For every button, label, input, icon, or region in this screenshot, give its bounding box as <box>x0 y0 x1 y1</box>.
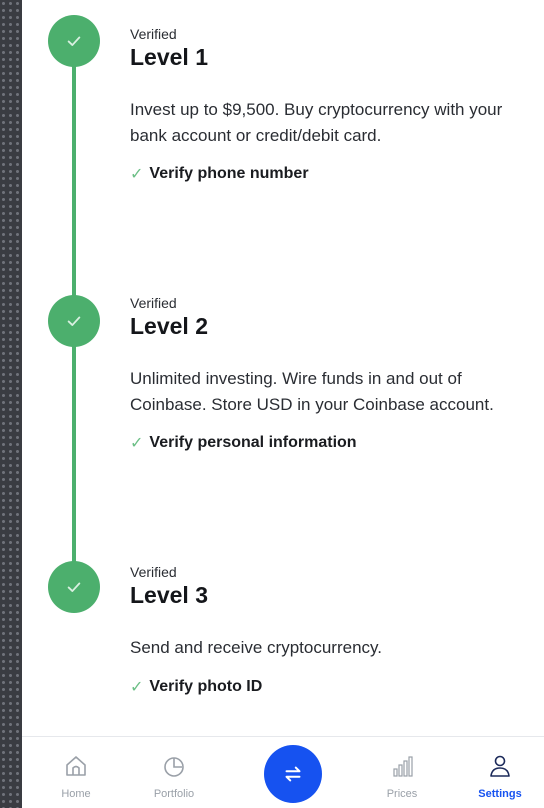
requirement-label: Verify personal information <box>149 434 357 451</box>
user-icon <box>490 755 510 777</box>
tab-label: Home <box>61 788 91 800</box>
level-status: Verified <box>130 295 177 311</box>
requirement-label: Verify phone number <box>149 165 309 182</box>
requirement-item: ✓ Verify personal information <box>130 433 540 453</box>
swap-arrows-icon <box>285 766 301 782</box>
level-title: Level 2 <box>130 313 208 339</box>
level-description: Invest up to $9,500. Buy cryptocurrency … <box>130 100 503 145</box>
tab-label: Settings <box>478 788 522 800</box>
level-title: Level 1 <box>130 44 208 70</box>
check-icon <box>67 316 81 326</box>
level-1-section: Verified Level 1 Invest up to $9,500. Bu… <box>130 26 540 184</box>
level-2-section: Verified Level 2 Unlimited investing. Wi… <box>130 295 540 453</box>
pie-chart-icon <box>164 757 184 777</box>
tab-label: Portfolio <box>153 788 195 800</box>
check-icon: ✓ <box>130 678 144 696</box>
tab-settings[interactable]: Settings <box>460 737 540 808</box>
level-title: Level 3 <box>130 582 208 608</box>
trade-button[interactable] <box>264 745 322 803</box>
level-3-verified-badge <box>48 561 100 613</box>
home-icon <box>66 756 86 776</box>
level-description: Send and receive cryptocurrency. <box>130 638 382 657</box>
level-2-verified-badge <box>48 295 100 347</box>
level-description: Unlimited investing. Wire funds in and o… <box>130 369 494 414</box>
bar-chart-icon <box>393 756 413 777</box>
tab-label: Prices <box>386 788 418 800</box>
level-3-section: Verified Level 3 Send and receive crypto… <box>130 564 540 697</box>
check-icon: ✓ <box>130 435 144 452</box>
level-1-verified-badge <box>48 15 100 67</box>
check-icon <box>67 36 81 46</box>
check-icon <box>67 582 81 592</box>
tab-portfolio[interactable]: Portfolio <box>134 737 214 808</box>
tab-home[interactable]: Home <box>36 737 116 808</box>
check-icon: ✓ <box>130 166 144 183</box>
background-pattern <box>0 0 22 808</box>
requirement-label: Verify photo ID <box>149 677 263 695</box>
tab-prices[interactable]: Prices <box>362 737 442 808</box>
requirement-item: ✓ Verify phone number <box>130 164 540 184</box>
verification-levels-screen: Verified Level 1 Invest up to $9,500. Bu… <box>22 0 544 808</box>
bottom-tab-bar: Home Portfolio Prices Settings <box>22 736 544 808</box>
level-status: Verified <box>130 26 177 42</box>
requirement-item: ✓ Verify photo ID <box>130 677 540 697</box>
level-status: Verified <box>130 564 177 580</box>
